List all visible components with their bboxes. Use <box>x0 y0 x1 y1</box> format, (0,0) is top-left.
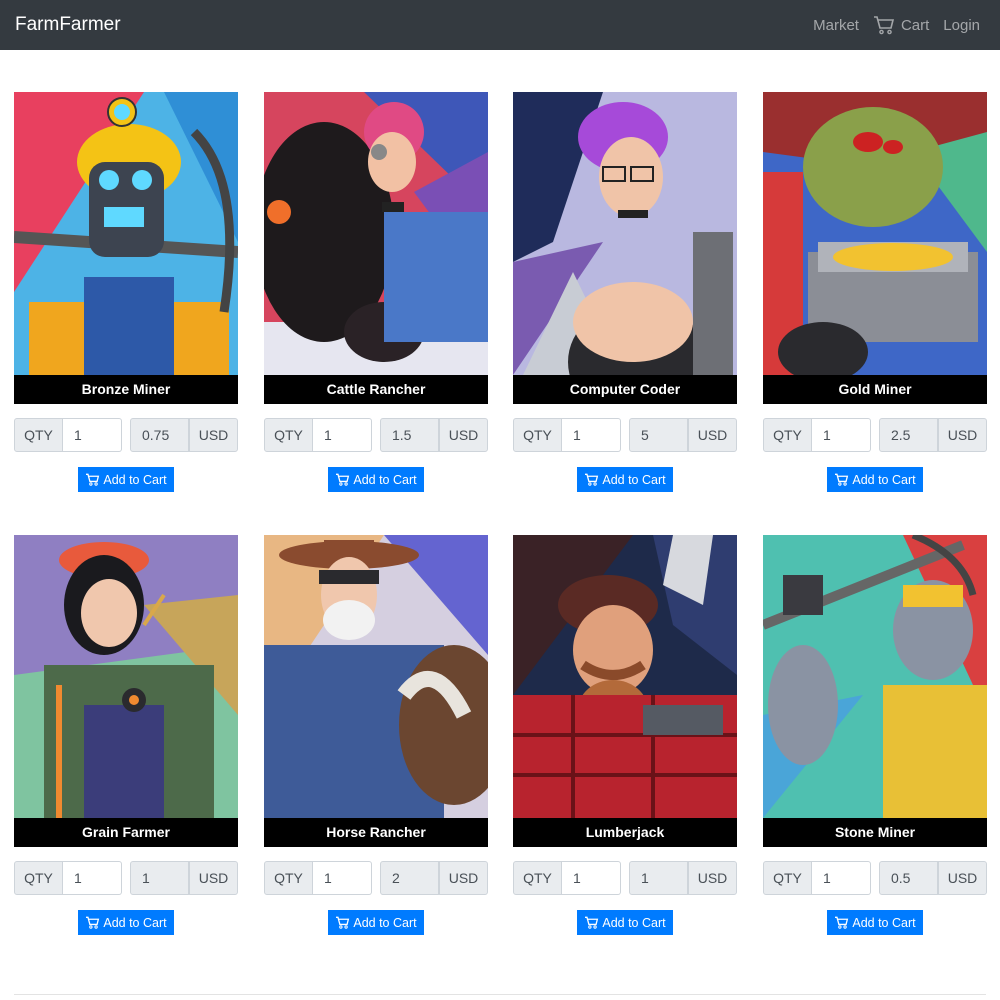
add-to-cart-button[interactable]: Add to Cart <box>827 467 923 492</box>
product-image[interactable] <box>264 535 488 818</box>
qty-label: QTY <box>14 861 63 895</box>
currency-label: USD <box>688 418 737 452</box>
cart-icon <box>336 473 350 486</box>
price-group: 1 USD <box>130 861 238 895</box>
cart-icon <box>585 473 599 486</box>
price-group: 2 USD <box>380 861 488 895</box>
quantity-group: QTY <box>264 861 372 895</box>
price-group: 5 USD <box>629 418 737 452</box>
price-value: 2.5 <box>879 418 938 452</box>
currency-label: USD <box>938 418 987 452</box>
qty-label: QTY <box>264 861 313 895</box>
product-image[interactable] <box>513 535 737 818</box>
add-to-cart-label: Add to Cart <box>852 472 916 487</box>
add-to-cart-button[interactable]: Add to Cart <box>78 467 174 492</box>
price-value: 5 <box>629 418 688 452</box>
add-to-cart-button[interactable]: Add to Cart <box>328 910 424 935</box>
add-to-cart-button[interactable]: Add to Cart <box>577 910 673 935</box>
product-image[interactable] <box>763 92 987 375</box>
product-title: Lumberjack <box>513 818 737 847</box>
quantity-input[interactable] <box>313 418 372 452</box>
add-to-cart-label: Add to Cart <box>103 915 167 930</box>
quantity-input[interactable] <box>63 418 122 452</box>
product-image[interactable] <box>264 92 488 375</box>
currency-label: USD <box>189 861 238 895</box>
qty-label: QTY <box>264 418 313 452</box>
add-to-cart-label: Add to Cart <box>602 472 666 487</box>
nav-cart-link[interactable]: Cart <box>873 15 929 35</box>
quantity-group: QTY <box>513 418 621 452</box>
qty-label: QTY <box>763 861 812 895</box>
product-title: Stone Miner <box>763 818 987 847</box>
product-image[interactable] <box>14 92 238 375</box>
nav-links: Market Cart Login <box>813 0 980 50</box>
quantity-input[interactable] <box>562 861 621 895</box>
cart-icon <box>835 473 849 486</box>
qty-label: QTY <box>763 418 812 452</box>
price-group: 1.5 USD <box>380 418 488 452</box>
quantity-group: QTY <box>14 861 122 895</box>
nav-cart-label: Cart <box>900 16 930 34</box>
footer-divider <box>14 994 986 995</box>
add-to-cart-button[interactable]: Add to Cart <box>328 467 424 492</box>
price-value: 0.75 <box>130 418 189 452</box>
quantity-group: QTY <box>763 861 871 895</box>
add-to-cart-button[interactable]: Add to Cart <box>78 910 174 935</box>
price-value: 1 <box>629 861 688 895</box>
add-to-cart-button[interactable]: Add to Cart <box>577 467 673 492</box>
quantity-input[interactable] <box>562 418 621 452</box>
cart-icon <box>86 916 100 929</box>
quantity-group: QTY <box>763 418 871 452</box>
product-image[interactable] <box>513 92 737 375</box>
qty-label: QTY <box>513 418 562 452</box>
product-image[interactable] <box>14 535 238 818</box>
currency-label: USD <box>439 418 488 452</box>
quantity-input[interactable] <box>812 861 871 895</box>
qty-label: QTY <box>513 861 562 895</box>
price-group: 0.75 USD <box>130 418 238 452</box>
product-title: Grain Farmer <box>14 818 238 847</box>
quantity-input[interactable] <box>812 418 871 452</box>
currency-label: USD <box>688 861 737 895</box>
add-to-cart-button[interactable]: Add to Cart <box>827 910 923 935</box>
currency-label: USD <box>938 861 987 895</box>
product-title: Horse Rancher <box>264 818 488 847</box>
price-group: 0.5 USD <box>879 861 987 895</box>
quantity-group: QTY <box>264 418 372 452</box>
nav-market-link[interactable]: Market <box>813 17 859 34</box>
cart-icon <box>873 16 894 35</box>
cart-icon <box>86 473 100 486</box>
add-to-cart-label: Add to Cart <box>353 915 417 930</box>
cart-icon <box>835 916 849 929</box>
cart-icon <box>585 916 599 929</box>
add-to-cart-label: Add to Cart <box>852 915 916 930</box>
price-value: 2 <box>380 861 439 895</box>
add-to-cart-label: Add to Cart <box>103 472 167 487</box>
currency-label: USD <box>439 861 488 895</box>
product-title: Computer Coder <box>513 375 737 404</box>
price-value: 0.5 <box>879 861 938 895</box>
add-to-cart-label: Add to Cart <box>602 915 666 930</box>
currency-label: USD <box>189 418 238 452</box>
price-group: 1 USD <box>629 861 737 895</box>
quantity-group: QTY <box>513 861 621 895</box>
quantity-group: QTY <box>14 418 122 452</box>
quantity-input[interactable] <box>313 861 372 895</box>
cart-icon <box>336 916 350 929</box>
add-to-cart-label: Add to Cart <box>353 472 417 487</box>
quantity-input[interactable] <box>63 861 122 895</box>
brand-logo[interactable]: FarmFarmer <box>15 13 121 37</box>
product-title: Cattle Rancher <box>264 375 488 404</box>
product-image[interactable] <box>763 535 987 818</box>
top-navbar: FarmFarmer Market Cart Login <box>0 0 1000 50</box>
product-title: Bronze Miner <box>14 375 238 404</box>
qty-label: QTY <box>14 418 63 452</box>
price-value: 1 <box>130 861 189 895</box>
product-title: Gold Miner <box>763 375 987 404</box>
price-group: 2.5 USD <box>879 418 987 452</box>
nav-login-link[interactable]: Login <box>943 17 980 34</box>
price-value: 1.5 <box>380 418 439 452</box>
